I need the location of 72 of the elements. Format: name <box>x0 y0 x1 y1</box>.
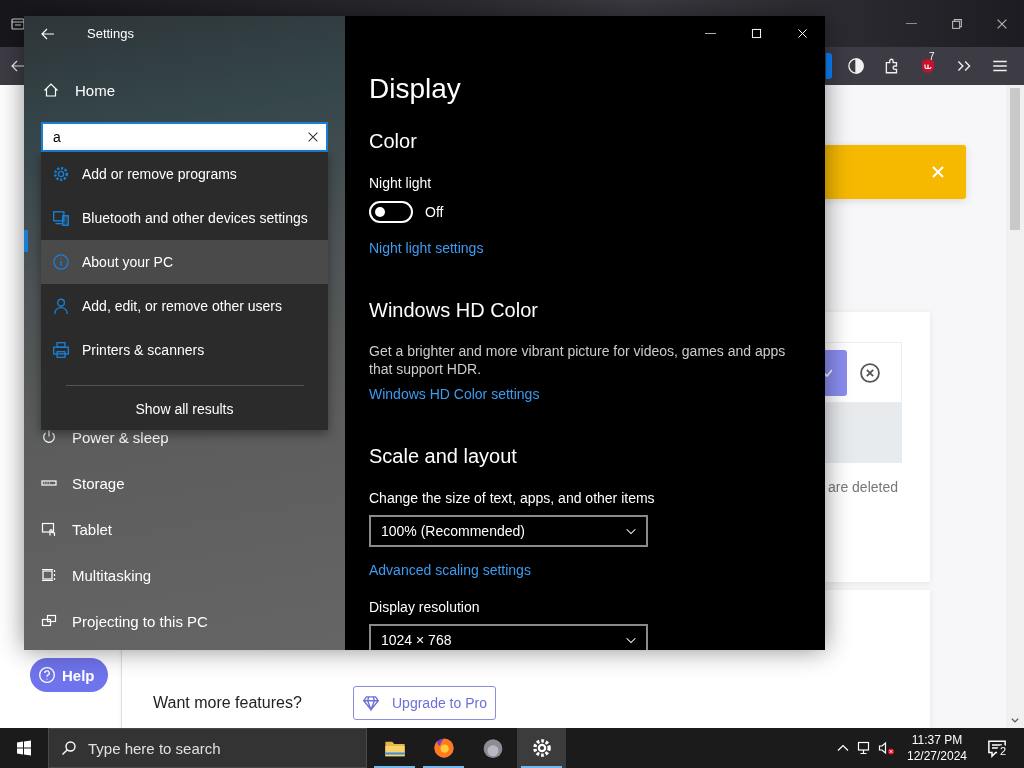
scroll-down-icon <box>1010 715 1020 725</box>
minimize-icon <box>906 23 917 24</box>
scrollbar-thumb[interactable] <box>1010 88 1020 230</box>
toggle-switch[interactable] <box>369 201 413 223</box>
home-icon <box>43 82 59 98</box>
printer-icon <box>52 341 70 359</box>
nav-item[interactable]: Storage <box>24 460 345 506</box>
diamond-icon <box>362 694 380 712</box>
minimize-icon <box>704 33 716 34</box>
nav-item[interactable]: Multitasking <box>24 552 345 598</box>
selection-bar <box>24 230 28 252</box>
window-title: Settings <box>87 26 134 41</box>
notifications-button[interactable]: 2 <box>982 728 1012 768</box>
scrollbar[interactable] <box>1006 85 1024 728</box>
home-item[interactable]: Home <box>24 71 345 109</box>
upgrade-prompt: Want more features? <box>153 693 303 713</box>
section-heading: Color <box>369 129 417 154</box>
search-result[interactable]: About your PC <box>41 240 328 284</box>
show-all-results-link[interactable]: Show all results <box>127 398 242 420</box>
settings-link[interactable]: Windows HD Color settings <box>369 384 540 404</box>
question-icon <box>38 666 56 684</box>
tab-list-icon[interactable] <box>10 15 26 32</box>
setting-label: Change the size of text, apps, and other items <box>369 489 655 508</box>
settings-link[interactable]: Advanced scaling settings <box>369 560 531 580</box>
devices-icon <box>52 209 70 227</box>
settings-link[interactable]: Night light settings <box>369 238 484 258</box>
restore-icon <box>949 16 964 31</box>
projector-icon <box>41 613 57 629</box>
close-icon <box>306 130 320 144</box>
tablet-icon <box>41 521 57 537</box>
search-field[interactable]: a <box>41 122 328 152</box>
search-result[interactable]: Printers & scanners <box>41 328 328 372</box>
maximize-icon <box>749 27 763 40</box>
nav-item[interactable]: Projecting to this PC <box>24 598 345 644</box>
section-heading: Windows HD Color <box>369 298 538 323</box>
search-icon <box>61 740 77 756</box>
shield-icon <box>920 58 936 74</box>
section-heading: Scale and layout <box>369 444 517 469</box>
contrast-icon <box>847 57 865 75</box>
close-icon <box>795 27 809 40</box>
address-bar-edge <box>826 53 832 79</box>
taskbar-search-field[interactable]: Type here to search <box>48 728 367 768</box>
setting-label: Night light <box>369 174 432 193</box>
upgrade-button[interactable]: Upgrade to Pro <box>353 686 496 720</box>
round-app-icon <box>481 737 504 759</box>
multitasking-icon <box>41 567 57 583</box>
setting-label: Display resolution <box>369 598 480 617</box>
description-text: Get a brighter and more vibrant picture for videos, games and apps that support HDR. <box>369 342 787 378</box>
gear-icon <box>530 737 553 759</box>
person-icon <box>52 297 70 315</box>
windows-icon <box>16 740 32 756</box>
nav-item[interactable]: Tablet <box>24 506 345 552</box>
page-title: Display <box>369 72 461 106</box>
help-button[interactable]: Help <box>30 658 108 692</box>
toggle-state-text: Off <box>425 204 444 220</box>
back-icon[interactable] <box>10 58 26 74</box>
power-icon <box>41 429 57 445</box>
confirm-button[interactable] <box>824 349 847 396</box>
shield-extension-button[interactable]: 7 <box>910 50 946 82</box>
search-result[interactable]: Add or remove programs <box>41 152 328 196</box>
gear-icon <box>52 165 70 183</box>
search-result[interactable]: Add, edit, or remove other users <box>41 284 328 328</box>
search-result[interactable]: Bluetooth and other devices settings <box>41 196 328 240</box>
dropdown[interactable]: 100% (Recommended) <box>369 515 648 547</box>
note-text: are deleted <box>827 479 898 495</box>
cancel-icon[interactable] <box>859 361 881 384</box>
clock[interactable]: 11:37 PM 12/27/2024 <box>902 732 972 764</box>
taskbar-app-button[interactable] <box>517 728 566 768</box>
dropdown[interactable]: 1024 × 768 <box>369 624 648 650</box>
muted-speaker-icon <box>878 740 896 756</box>
browser-icon <box>432 737 455 759</box>
info-icon <box>52 253 70 271</box>
